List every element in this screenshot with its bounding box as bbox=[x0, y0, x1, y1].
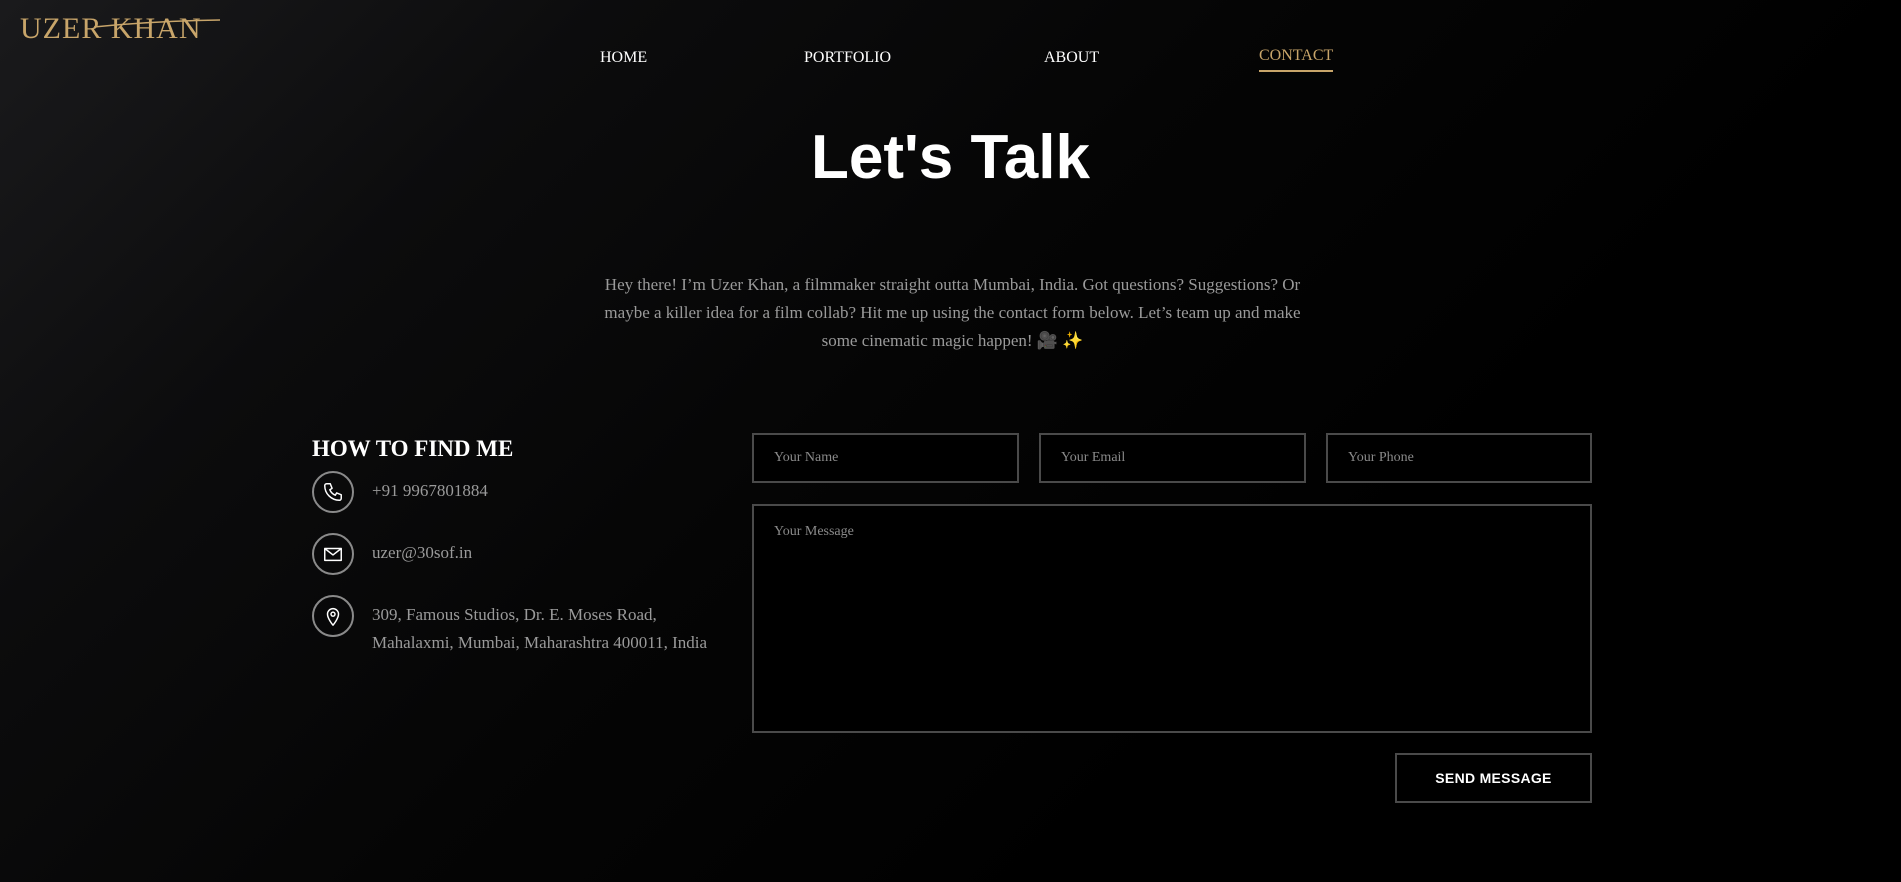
email-address[interactable]: uzer@30sof.in bbox=[372, 539, 712, 567]
message-field[interactable] bbox=[752, 504, 1592, 733]
main-nav: HOME PORTFOLIO ABOUT CONTACT bbox=[0, 47, 1901, 79]
nav-home[interactable]: HOME bbox=[600, 49, 647, 67]
page-title: Let's Talk bbox=[811, 123, 1090, 192]
email-field[interactable] bbox=[1039, 433, 1306, 483]
phone-icon bbox=[312, 471, 354, 513]
phone-number[interactable]: +91 9967801884 bbox=[372, 477, 712, 505]
send-message-button[interactable]: SEND MESSAGE bbox=[1395, 753, 1592, 803]
name-field[interactable] bbox=[752, 433, 1019, 483]
find-me-heading: HOW TO FIND ME bbox=[312, 436, 514, 461]
postal-address: 309, Famous Studios, Dr. E. Moses Road, … bbox=[372, 605, 708, 652]
nav-contact[interactable]: CONTACT bbox=[1259, 47, 1334, 72]
nav-portfolio[interactable]: PORTFOLIO bbox=[804, 49, 891, 67]
logo-swash bbox=[94, 19, 220, 28]
mail-icon bbox=[312, 533, 354, 575]
location-pin-icon bbox=[312, 595, 354, 637]
nav-about[interactable]: ABOUT bbox=[1044, 49, 1099, 67]
phone-field[interactable] bbox=[1326, 433, 1592, 483]
intro-text: Hey there! I’m Uzer Khan, a filmmaker st… bbox=[604, 275, 1301, 350]
